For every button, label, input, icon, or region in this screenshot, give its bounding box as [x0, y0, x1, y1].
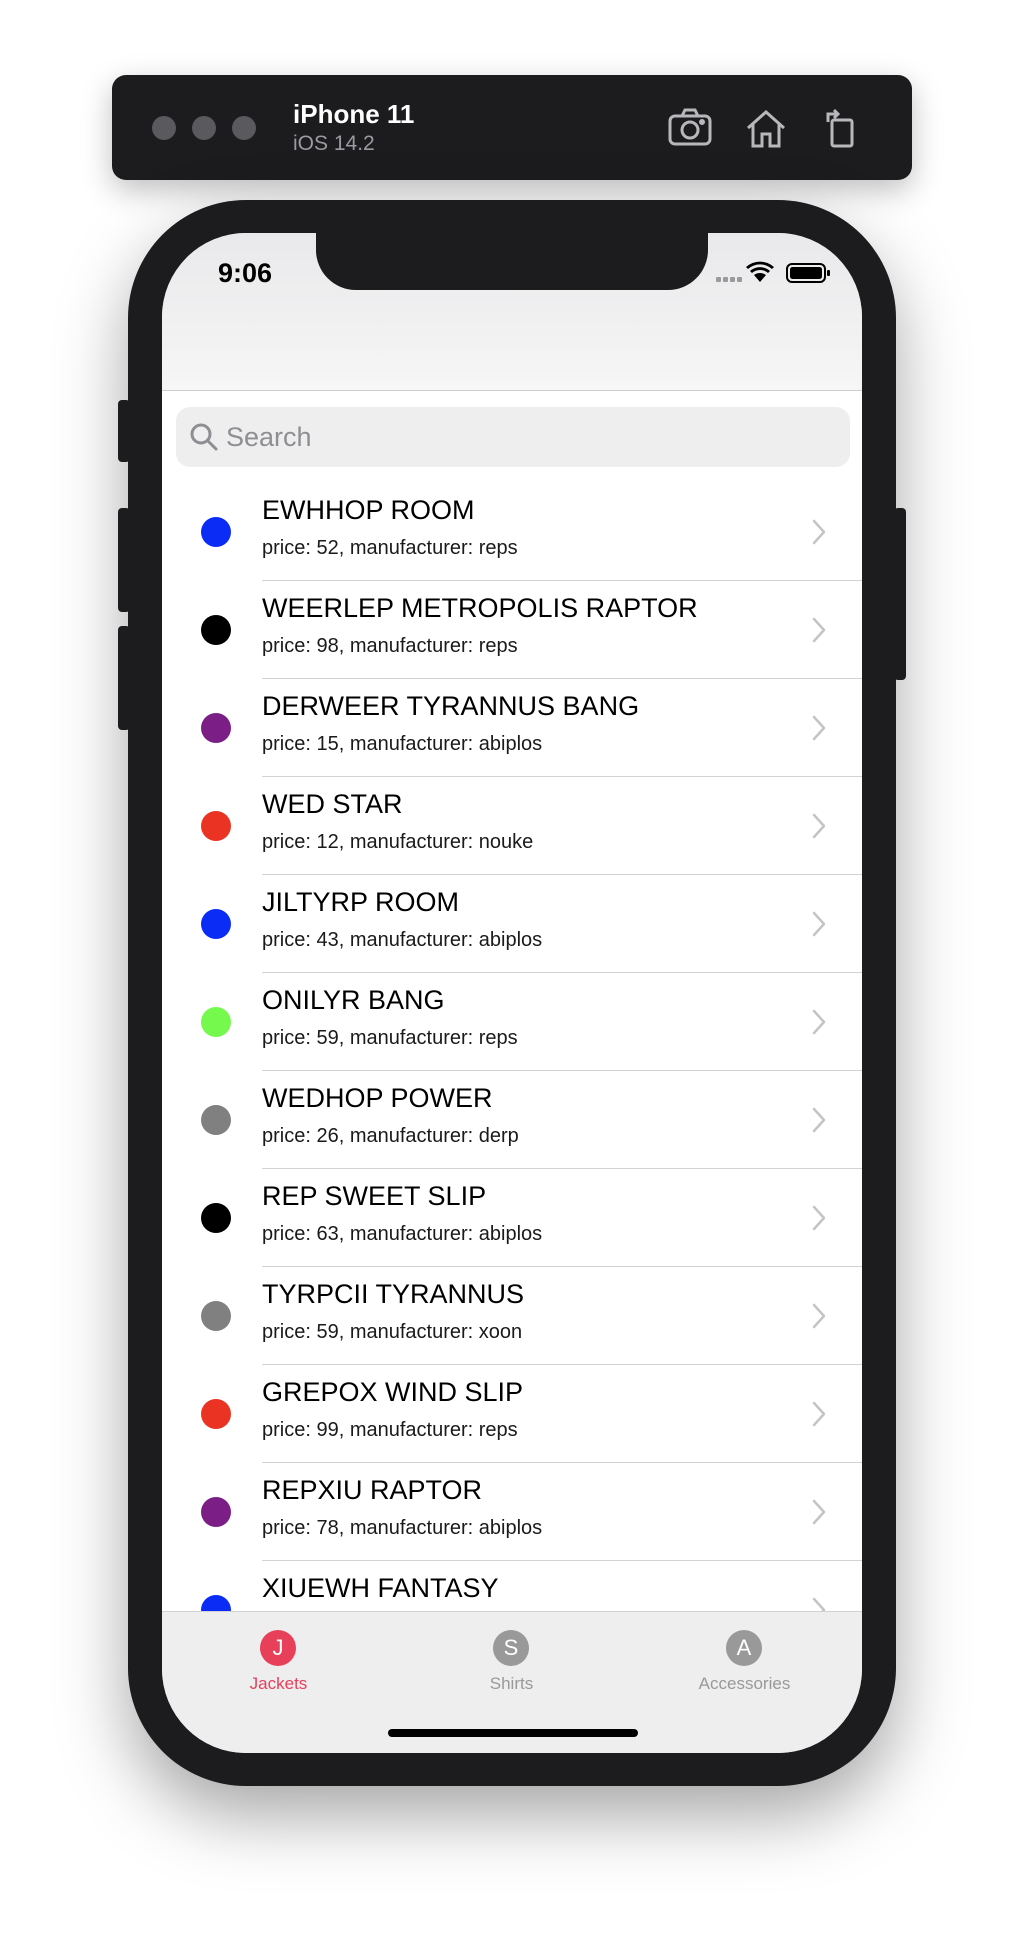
search-input[interactable] — [226, 407, 826, 467]
phone-screen: 9:06 EWHHOP ROOM price: 52, manufacturer:… — [162, 233, 862, 1753]
tab-label: Accessories — [698, 1674, 791, 1693]
search-icon — [190, 423, 218, 451]
item-title: DERWEER TYRANNUS BANG — [262, 691, 640, 721]
color-dot — [201, 1301, 231, 1331]
item-subtitle: price: 99, manufacturer: reps — [262, 1419, 518, 1441]
item-subtitle: price: 12, manufacturer: nouke — [262, 831, 534, 853]
screenshot-icon[interactable] — [666, 104, 714, 152]
chevron-right-icon — [812, 617, 826, 643]
item-subtitle: price: 52, manufacturer: reps — [262, 537, 518, 559]
chevron-right-icon — [812, 1303, 826, 1329]
chevron-right-icon — [812, 1009, 826, 1035]
list-item[interactable]: EWHHOP ROOM price: 52, manufacturer: reps — [162, 483, 862, 581]
item-subtitle: price: 98, manufacturer: reps — [262, 635, 518, 657]
simulator-os-version: iOS 14.2 — [293, 132, 375, 155]
list-item[interactable]: ONILYR BANG price: 59, manufacturer: reps — [162, 973, 862, 1071]
item-title: TYRPCII TYRANNUS — [262, 1279, 525, 1309]
color-dot — [201, 909, 231, 939]
battery-icon — [786, 263, 830, 283]
item-title: WEERLEP METROPOLIS RAPTOR — [262, 593, 698, 623]
item-title: EWHHOP ROOM — [262, 495, 475, 525]
tab-accessories[interactable]: A Accessories — [628, 1612, 861, 1712]
chevron-right-icon — [812, 1107, 826, 1133]
item-title: WEDHOP POWER — [262, 1083, 493, 1113]
item-subtitle: price: 63, manufacturer: abiplos — [262, 1223, 543, 1245]
cellular-signal-icon — [716, 277, 742, 282]
tab-letter-icon: S — [493, 1630, 529, 1666]
volume-up-button — [118, 508, 130, 612]
rotate-icon[interactable] — [818, 104, 866, 152]
item-title: REPXIU RAPTOR — [262, 1475, 483, 1505]
tab-letter-icon: J — [260, 1630, 296, 1666]
status-time: 9:06 — [218, 258, 273, 288]
item-title: XIUEWH FANTASY — [262, 1573, 499, 1603]
list-item[interactable]: DERWEER TYRANNUS BANG price: 15, manufact… — [162, 679, 862, 777]
search-bar[interactable] — [176, 407, 850, 467]
notch — [316, 233, 708, 290]
tab-label: Shirts — [489, 1674, 534, 1693]
power-button — [894, 508, 906, 680]
color-dot — [201, 811, 231, 841]
window-minimize-button[interactable] — [192, 116, 216, 140]
simulator-device-name: iPhone 11 — [293, 99, 415, 129]
list-item[interactable]: WEDHOP POWER price: 26, manufacturer: der… — [162, 1071, 862, 1169]
tab-letter-icon: A — [726, 1630, 762, 1666]
list-item[interactable]: JILTYRP ROOM price: 43, manufacturer: abi… — [162, 875, 862, 973]
product-list: EWHHOP ROOM price: 52, manufacturer: reps… — [162, 483, 862, 1753]
list-item[interactable]: REP SWEET SLIP price: 63, manufacturer: a… — [162, 1169, 862, 1267]
tab-label: Jackets — [249, 1674, 308, 1693]
mute-switch — [118, 400, 130, 462]
color-dot — [201, 1497, 231, 1527]
chevron-right-icon — [812, 519, 826, 545]
item-subtitle: price: 26, manufacturer: derp — [262, 1125, 519, 1147]
chevron-right-icon — [812, 813, 826, 839]
item-title: ONILYR BANG — [262, 985, 445, 1015]
window-zoom-button[interactable] — [232, 116, 256, 140]
list-item[interactable]: REPXIU RAPTOR price: 78, manufacturer: ab… — [162, 1463, 862, 1561]
status-icons — [716, 261, 830, 283]
chevron-right-icon — [812, 911, 826, 937]
volume-down-button — [118, 626, 130, 730]
item-title: WED STAR — [262, 789, 403, 819]
item-subtitle: price: 15, manufacturer: abiplos — [262, 733, 543, 755]
item-subtitle: price: 59, manufacturer: reps — [262, 1027, 518, 1049]
list-item[interactable]: TYRPCII TYRANNUS price: 59, manufacturer:… — [162, 1267, 862, 1365]
item-subtitle: price: 59, manufacturer: xoon — [262, 1321, 523, 1343]
item-title: REP SWEET SLIP — [262, 1181, 487, 1211]
chevron-right-icon — [812, 715, 826, 741]
window-close-button[interactable] — [152, 116, 176, 140]
color-dot — [201, 1105, 231, 1135]
home-icon[interactable] — [742, 104, 790, 152]
color-dot — [201, 1399, 231, 1429]
list-item[interactable]: WED STAR price: 12, manufacturer: nouke — [162, 777, 862, 875]
item-subtitle: price: 78, manufacturer: abiplos — [262, 1517, 543, 1539]
chevron-right-icon — [812, 1499, 826, 1525]
list-item[interactable]: GREPOX WIND SLIP price: 99, manufacturer:… — [162, 1365, 862, 1463]
list-item[interactable]: WEERLEP METROPOLIS RAPTOR price: 98, manu… — [162, 581, 862, 679]
item-title: JILTYRP ROOM — [262, 887, 460, 917]
color-dot — [201, 1203, 231, 1233]
item-subtitle: price: 43, manufacturer: abiplos — [262, 929, 543, 951]
chevron-right-icon — [812, 1205, 826, 1231]
tab-shirts[interactable]: S Shirts — [395, 1612, 628, 1712]
wifi-icon — [746, 261, 774, 282]
color-dot — [201, 713, 231, 743]
color-dot — [201, 517, 231, 547]
color-dot — [201, 615, 231, 645]
item-title: GREPOX WIND SLIP — [262, 1377, 524, 1407]
color-dot — [201, 1007, 231, 1037]
chevron-right-icon — [812, 1401, 826, 1427]
home-indicator[interactable] — [388, 1729, 638, 1737]
tab-jackets[interactable]: J Jackets — [162, 1612, 395, 1712]
